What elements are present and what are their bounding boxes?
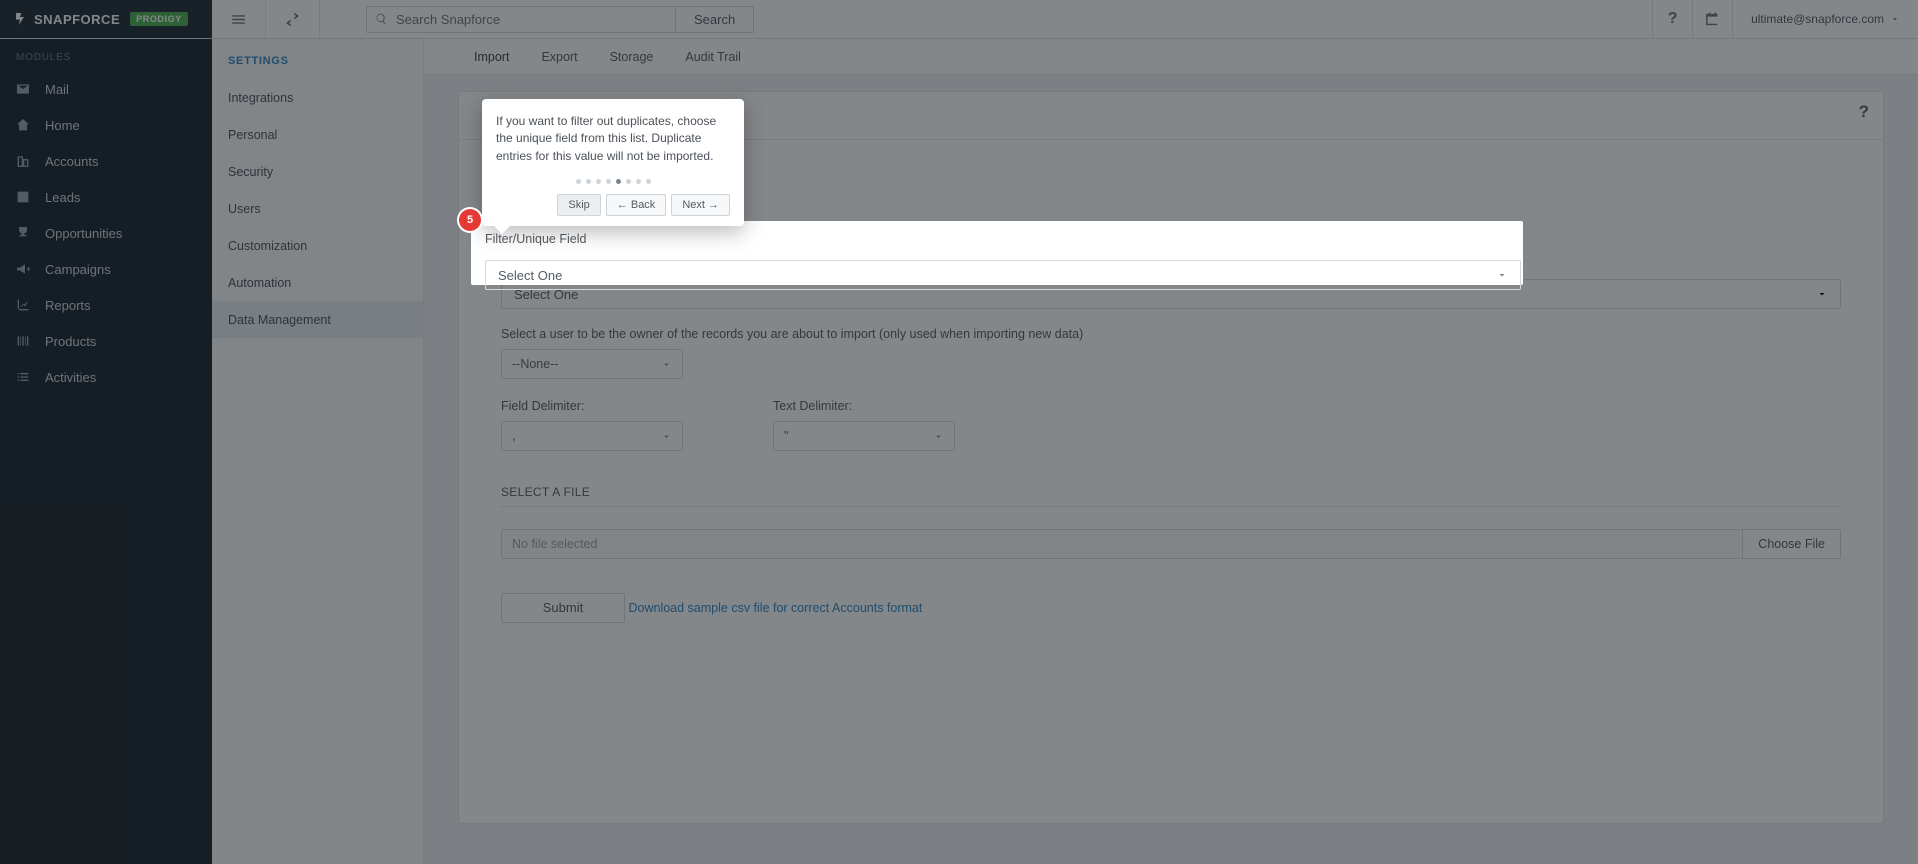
tour-step-badge: 5: [459, 209, 481, 231]
spotlight-filter-value: Select One: [498, 268, 562, 283]
tour-popover: If you want to filter out duplicates, ch…: [482, 99, 744, 226]
tour-overlay: [0, 0, 1918, 864]
spotlight-filter-select[interactable]: Select One: [485, 260, 1521, 290]
tour-text: If you want to filter out duplicates, ch…: [496, 113, 730, 165]
tour-next-button[interactable]: Next →: [671, 194, 730, 216]
tour-spotlight: Filter/Unique Field Select One: [471, 221, 1523, 285]
tour-back-button[interactable]: ← Back: [606, 194, 667, 216]
spotlight-filter-label: Filter/Unique Field: [485, 232, 1509, 253]
chevron-down-icon: [1496, 269, 1508, 281]
tour-progress-dots: [496, 179, 730, 184]
tour-buttons: Skip ← Back Next →: [496, 194, 730, 216]
tour-skip-button[interactable]: Skip: [557, 194, 600, 216]
